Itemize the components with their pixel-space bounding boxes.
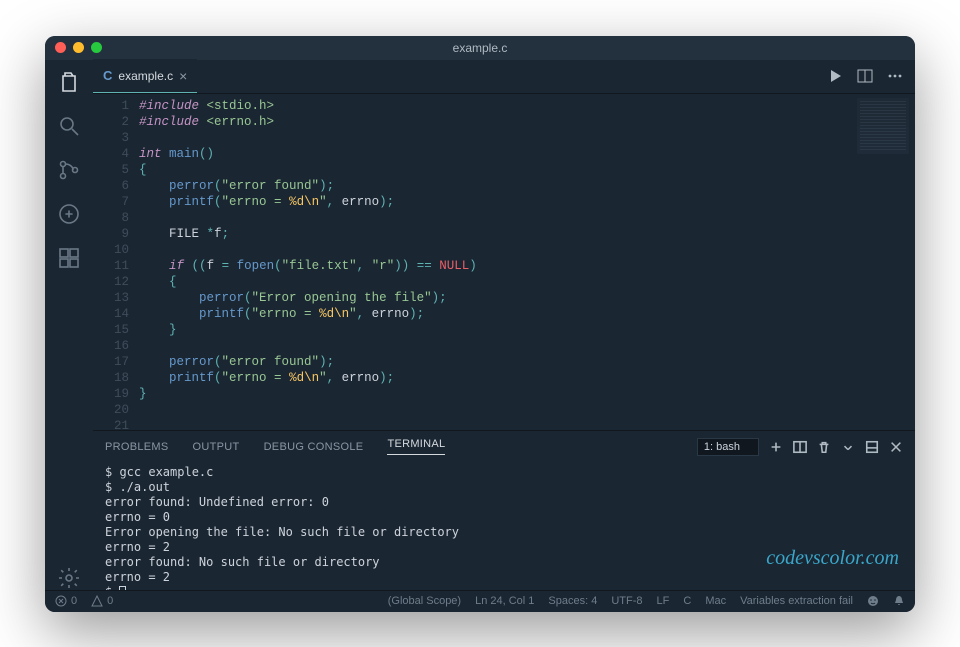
panel-tab-problems[interactable]: PROBLEMS: [105, 441, 169, 453]
kill-terminal-icon[interactable]: [817, 440, 831, 454]
status-errors[interactable]: 0: [55, 595, 77, 607]
status-message[interactable]: Variables extraction fail: [740, 595, 853, 607]
close-tab-icon[interactable]: ×: [179, 68, 187, 84]
extensions-icon[interactable]: [57, 246, 81, 270]
status-bar: 0 0 (Global Scope) Ln 24, Col 1 Spaces: …: [45, 590, 915, 612]
status-feedback-icon[interactable]: [867, 595, 879, 607]
watermark: codevscolor.com: [766, 547, 899, 570]
run-icon[interactable]: [827, 68, 843, 84]
split-editor-icon[interactable]: [857, 68, 873, 84]
status-indentation[interactable]: Spaces: 4: [548, 595, 597, 607]
minimap[interactable]: [857, 98, 909, 154]
toggle-panel-icon[interactable]: [865, 440, 879, 454]
file-icon-c: C: [103, 68, 112, 83]
titlebar[interactable]: example.c: [45, 36, 915, 60]
explorer-icon[interactable]: [57, 70, 81, 94]
zoom-window-button[interactable]: [91, 42, 102, 53]
editor-window: example.c C example.c ×: [45, 36, 915, 612]
panel-tab-debug-console[interactable]: DEBUG CONSOLE: [264, 441, 364, 453]
panel-tab-terminal[interactable]: TERMINAL: [387, 438, 445, 455]
status-warnings[interactable]: 0: [91, 595, 113, 607]
status-bell-icon[interactable]: [893, 595, 905, 607]
status-cursor-position[interactable]: Ln 24, Col 1: [475, 595, 534, 607]
code-editor[interactable]: 123456789101112131415161718192021 #inclu…: [93, 94, 915, 430]
tab-example-c[interactable]: C example.c ×: [93, 59, 197, 93]
split-terminal-icon[interactable]: [793, 440, 807, 454]
panel-tab-output[interactable]: OUTPUT: [193, 441, 240, 453]
status-os[interactable]: Mac: [705, 595, 726, 607]
tabs-bar: C example.c ×: [93, 60, 915, 94]
minimize-window-button[interactable]: [73, 42, 84, 53]
window-title: example.c: [453, 41, 508, 55]
maximize-panel-icon[interactable]: [841, 440, 855, 454]
traffic-lights: [55, 42, 102, 53]
terminal-selector[interactable]: 1: bash: [697, 438, 759, 456]
debug-icon[interactable]: [57, 202, 81, 226]
status-eol[interactable]: LF: [657, 595, 670, 607]
status-encoding[interactable]: UTF-8: [611, 595, 642, 607]
more-actions-icon[interactable]: [887, 68, 903, 84]
status-scope[interactable]: (Global Scope): [388, 595, 461, 607]
terminal-output[interactable]: $ gcc example.c $ ./a.out error found: U…: [93, 463, 915, 590]
tab-filename: example.c: [118, 69, 173, 83]
close-panel-icon[interactable]: [889, 440, 903, 454]
settings-gear-icon[interactable]: [57, 566, 81, 590]
close-window-button[interactable]: [55, 42, 66, 53]
search-icon[interactable]: [57, 114, 81, 138]
source-control-icon[interactable]: [57, 158, 81, 182]
new-terminal-icon[interactable]: [769, 440, 783, 454]
status-language[interactable]: C: [683, 595, 691, 607]
activity-bar: [45, 60, 93, 590]
